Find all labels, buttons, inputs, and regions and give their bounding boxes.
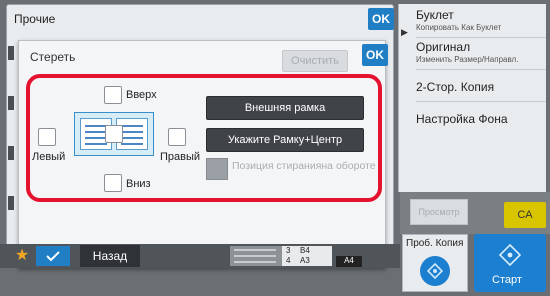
function-item-label: Оригинал (416, 40, 471, 54)
bottom-edge-label: Вниз (126, 178, 151, 190)
side-tab[interactable] (8, 46, 14, 60)
function-item-duplex[interactable]: 2-Стор. Копия (416, 72, 546, 102)
function-item-background[interactable]: Настройка Фона (416, 104, 546, 134)
tray-row: 4 A3 (282, 256, 332, 266)
function-item-sublabel: Копировать Как Буклет (416, 23, 502, 32)
function-item-label: Буклет (416, 8, 454, 22)
function-item-label: 2-Стор. Копия (416, 80, 495, 94)
tray-number: 3 (286, 246, 291, 255)
top-edge-label: Вверх (126, 89, 157, 101)
outer-ok-button[interactable]: OK (368, 8, 394, 30)
other-settings-title: Прочие (14, 12, 56, 26)
outer-frame-button[interactable]: Внешняя рамка (206, 96, 364, 120)
left-edge-checkbox[interactable] (38, 128, 56, 146)
tray-number: 4 (286, 256, 291, 265)
start-icon (498, 243, 522, 267)
erase-ok-button[interactable]: OK (362, 44, 388, 66)
checkmark-icon[interactable] (36, 246, 70, 266)
center-checkbox[interactable] (105, 125, 123, 143)
back-button[interactable]: Назад (80, 245, 140, 267)
tray-graphic (230, 246, 282, 266)
position-label: Позиция стиранияна обороте (232, 160, 376, 172)
position-checkbox[interactable] (206, 158, 228, 180)
right-edge-checkbox[interactable] (168, 128, 186, 146)
left-edge-label: Левый (32, 151, 66, 163)
function-item-label: Настройка Фона (416, 112, 508, 126)
preview-button[interactable]: Просмотр (410, 199, 468, 225)
function-item-booklet[interactable]: Буклет Копировать Как Буклет (416, 8, 546, 38)
function-item-sublabel: Изменить Размер/Направл. (416, 55, 519, 64)
side-tab[interactable] (8, 196, 14, 210)
erase-dialog-title: Стереть (30, 50, 76, 64)
proof-copy-label: Проб. Копия (406, 238, 464, 249)
selected-paper-size: A4 (336, 256, 362, 267)
tray-size: B4 (300, 246, 310, 255)
right-edge-label: Правый (160, 151, 201, 163)
clear-all-button[interactable]: CA (504, 202, 546, 228)
side-tab[interactable] (8, 146, 14, 160)
proof-copy-icon (420, 256, 450, 286)
frame-center-button[interactable]: Укажите Рамку+Центр (206, 128, 364, 152)
function-item-original[interactable]: Оригинал Изменить Размер/Направл. (416, 40, 546, 70)
clear-button[interactable]: Очистить (282, 50, 348, 72)
side-tab[interactable] (8, 96, 14, 110)
tray-row: 3 B4 (282, 246, 332, 256)
favorite-star-icon[interactable]: ★ (12, 246, 32, 266)
expand-arrow-icon[interactable]: ▶ (401, 27, 408, 38)
tray-size: A3 (300, 256, 310, 265)
start-label: Старт (492, 274, 522, 286)
bottom-edge-checkbox[interactable] (104, 174, 122, 192)
top-edge-checkbox[interactable] (104, 86, 122, 104)
